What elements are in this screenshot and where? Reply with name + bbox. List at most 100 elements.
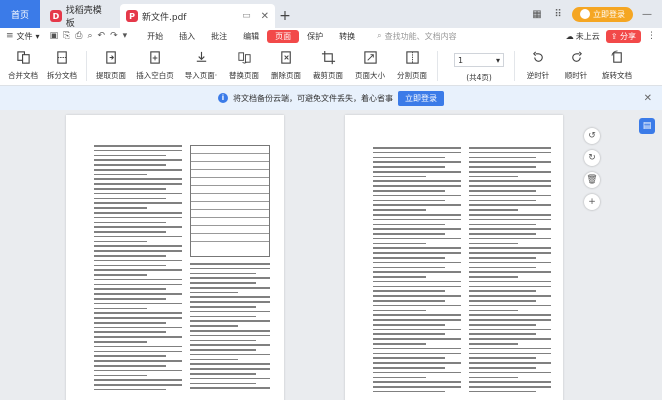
tab-start[interactable]: 开始 [139,30,171,43]
button-label: 顺时针 [564,71,588,80]
page-number-input[interactable]: 1 ▾ [454,53,504,67]
tab-convert[interactable]: 转换 [331,30,363,43]
tab-edit[interactable]: 编辑 [235,30,267,43]
crop-page-button[interactable]: 裁剪页面 [307,48,349,84]
import-page-button[interactable]: 导入页面· [179,48,223,84]
rotate-doc-button[interactable]: 旋转文档 [595,48,639,84]
rotate-ccw-icon [530,48,546,66]
search-placeholder: 查找功能、文档内容 [384,31,457,41]
pdf-page [66,115,284,400]
chevron-down-icon: ▾ [495,55,500,65]
delete-page-button[interactable]: 删除页面 [265,48,307,84]
rotate-ccw-icon[interactable]: ↺ [584,128,600,144]
redo-icon[interactable]: ↷ [110,31,118,41]
undo-icon[interactable]: ↶ [98,31,106,41]
tab-protect[interactable]: 保护 [299,30,331,43]
text-line [94,336,182,338]
tab-document[interactable]: P 新文件.pdf ▭ ✕ [120,4,275,28]
text-line [373,223,446,226]
delete-page-icon [278,48,294,66]
text-line [190,382,256,385]
notice-login-button[interactable]: 立即登录 [398,90,444,106]
tab-template[interactable]: D 找稻壳模板 [44,4,116,29]
side-panel-icon[interactable]: ▤ [639,118,655,134]
hamburger-icon: ≡ [6,31,14,41]
text-line [469,213,551,216]
text-line [469,323,537,326]
export-icon[interactable]: ⎘ [63,31,70,41]
cloud-status-button[interactable]: ☁ 未上云 [566,31,600,42]
text-line [94,360,182,362]
page-size-button[interactable]: 页面大小 [349,48,391,84]
text-line [373,252,461,254]
split-doc-button[interactable]: 拆分文档 [42,48,82,84]
text-line [94,379,182,381]
text-line [373,228,461,230]
text-line [469,228,551,230]
delete-icon[interactable]: 🗑 [584,172,600,188]
text-line [94,274,147,276]
share-button[interactable]: ⇪ 分享 [605,29,641,43]
add-icon[interactable]: + [584,194,600,210]
text-line [94,216,182,219]
minimize-icon[interactable]: — [640,7,654,21]
text-line [469,223,537,226]
text-line [94,388,167,391]
split-page-button[interactable]: 分割页面 [391,48,433,84]
text-line [373,352,461,355]
text-line [373,180,461,183]
insert-blank-page-button[interactable]: 插入空白页 [131,48,179,84]
rotate-cw-button[interactable]: 顺时针 [557,48,595,84]
file-menu[interactable]: ≡ 文件 ▾ [0,31,40,42]
login-button[interactable]: 立即登录 [572,6,633,22]
tab-annotate[interactable]: 批注 [203,30,235,43]
text-line [469,376,519,379]
text-line [373,390,446,393]
text-line [373,357,446,359]
text-line [469,280,551,283]
apps-icon[interactable]: ⠿ [551,7,565,21]
table-row [191,170,269,178]
notice-text: 将文档备份云端，可避免文件丢失，着心省事 [233,93,393,103]
page-total: (共4页) [466,73,492,82]
text-line [469,309,519,312]
replace-page-button[interactable]: 替换页面 [223,48,265,84]
more-icon[interactable]: ⋮ [647,31,656,41]
text-line [373,276,426,278]
tab-insert[interactable]: 插入 [171,30,203,43]
divider [437,51,438,81]
table-row [191,202,269,210]
rotate-document-icon [609,48,625,66]
monitor-icon[interactable]: ▭ [242,11,251,21]
document-viewer[interactable]: ↺ ↻ 🗑 + ▤ [0,110,662,400]
text-line [94,240,147,243]
tab-page[interactable]: 页面 [267,29,300,43]
extract-page-button[interactable]: 提取页面 [91,48,131,84]
text-line [469,180,551,183]
search-box[interactable]: ⌕ 查找功能、文档内容 [377,31,456,42]
chevron-down-icon[interactable]: ▾ [123,31,128,41]
merge-doc-button[interactable]: 合并文档 [4,48,42,84]
save-icon[interactable]: ▣ [50,31,59,41]
print-icon[interactable]: ⎙ [75,31,82,41]
rotate-ccw-button[interactable]: 逆时针 [519,48,557,84]
split-icon [54,48,70,66]
text-line [469,285,551,288]
add-tab-button[interactable]: + [275,4,295,28]
close-icon[interactable]: ✕ [261,11,269,22]
table-row [191,146,269,154]
home-tab[interactable]: 首页 [0,0,40,28]
close-icon[interactable]: ✕ [644,93,652,104]
text-line [469,314,551,316]
layout-icon[interactable]: ▦ [530,7,544,21]
page-size-icon [362,48,378,66]
text-line [94,245,182,247]
text-line [94,254,167,257]
text-line [373,199,446,202]
text-line [469,271,551,273]
preview-icon[interactable]: ⌕ [87,31,92,41]
text-line [94,269,182,271]
login-label: 立即登录 [593,9,625,19]
text-line [373,319,461,321]
rotate-cw-icon[interactable]: ↻ [584,150,600,166]
